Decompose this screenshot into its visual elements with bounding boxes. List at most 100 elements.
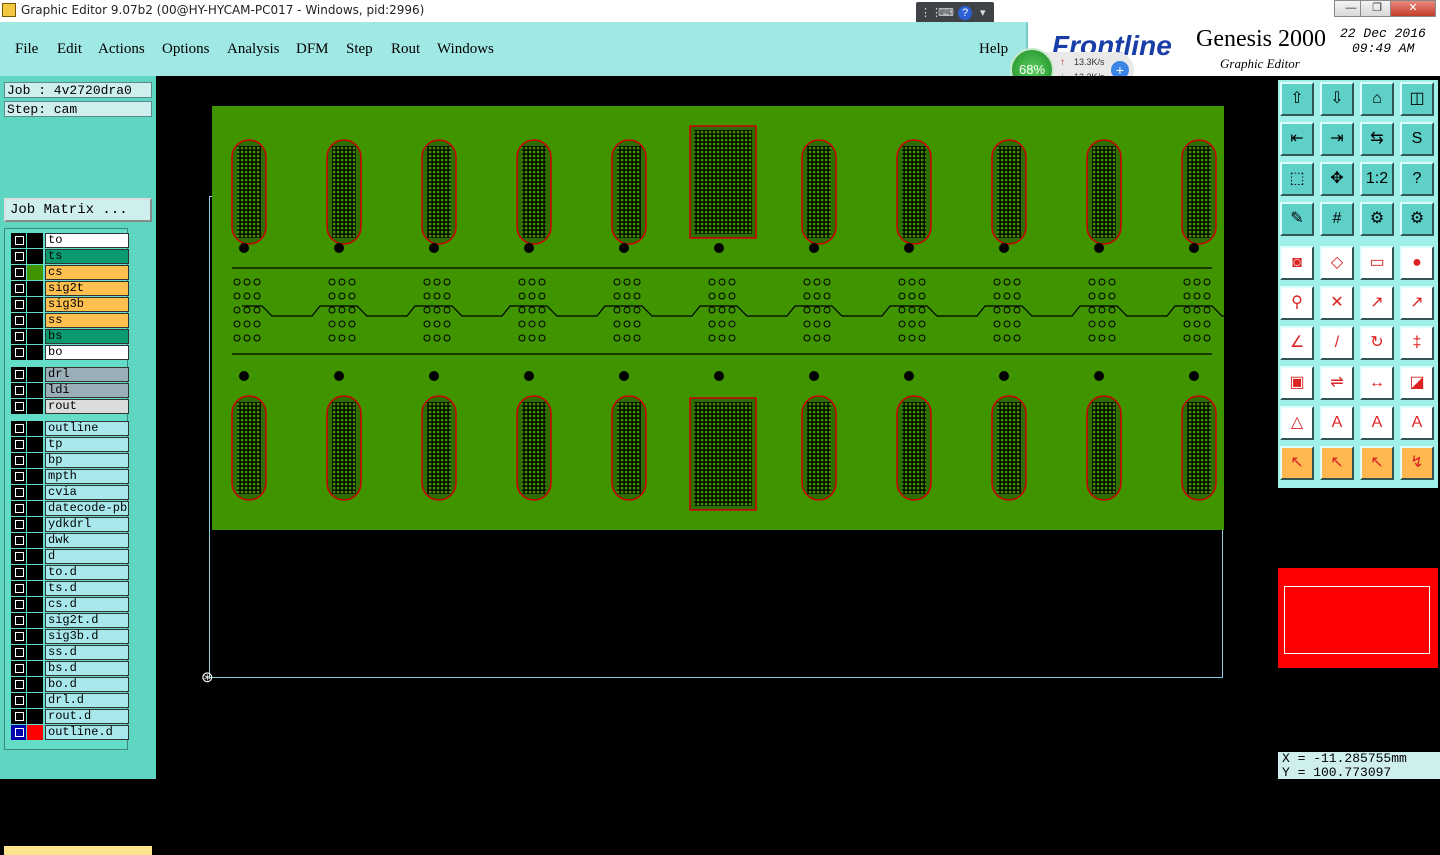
layer-checkbox[interactable] <box>11 485 26 500</box>
ruler-icon[interactable]: ▭ <box>1360 246 1394 280</box>
layer-name[interactable]: dwk <box>45 533 129 548</box>
layer-checkbox[interactable] <box>11 677 26 692</box>
layer-checkbox[interactable] <box>11 517 26 532</box>
menu-actions[interactable]: Actions <box>98 41 145 58</box>
swap-icon[interactable]: ⇆ <box>1360 122 1394 156</box>
keyboard-icon[interactable]: ⌨ <box>938 6 954 19</box>
draw-triangle-icon[interactable]: △ <box>1280 406 1314 440</box>
layer-row-ss.d[interactable]: ss.d <box>11 645 129 660</box>
layer-row-to.d[interactable]: to.d <box>11 565 129 580</box>
floating-mini-toolbar[interactable]: ⋮⋮ ⌨ ? ▾ <box>916 2 994 24</box>
layer-row-bp[interactable]: bp <box>11 453 129 468</box>
draw-a-line-icon[interactable]: A <box>1400 406 1434 440</box>
layer-checkbox[interactable] <box>11 399 26 414</box>
menu-rout[interactable]: Rout <box>391 41 420 58</box>
layer-row-ts[interactable]: ts <box>11 249 129 264</box>
layer-checkbox[interactable] <box>11 693 26 708</box>
layer-checkbox[interactable] <box>11 581 26 596</box>
layer-row-cs.d[interactable]: cs.d <box>11 597 129 612</box>
layer-row-ts.d[interactable]: ts.d <box>11 581 129 596</box>
pointer-icon[interactable]: ↖ <box>1280 446 1314 480</box>
layer-checkbox[interactable] <box>11 265 26 280</box>
move-icon[interactable]: ✥ <box>1320 162 1354 196</box>
layer-checkbox[interactable] <box>11 533 26 548</box>
layer-row-outline.d[interactable]: outline.d <box>11 725 129 740</box>
layer-checkbox[interactable] <box>11 645 26 660</box>
draw-a-icon[interactable]: A <box>1320 406 1354 440</box>
layer-row-tp[interactable]: tp <box>11 437 129 452</box>
cross-icon[interactable]: ✕ <box>1320 286 1354 320</box>
pointer-box-icon[interactable]: ↖ <box>1320 446 1354 480</box>
layer-row-mpth[interactable]: mpth <box>11 469 129 484</box>
layer-checkbox[interactable] <box>11 367 26 382</box>
arrow-point-alt-icon[interactable]: ↗ <box>1400 286 1434 320</box>
layer-row-bs.d[interactable]: bs.d <box>11 661 129 676</box>
menu-step[interactable]: Step <box>346 41 373 58</box>
layer-row-datecode-pbc[interactable]: datecode-pbc <box>11 501 129 516</box>
layer-row-cvia[interactable]: cvia <box>11 485 129 500</box>
layer-checkbox[interactable] <box>11 661 26 676</box>
layer-checkbox[interactable] <box>11 281 26 296</box>
layers-alt-icon[interactable]: ⚙ <box>1400 202 1434 236</box>
line-icon[interactable]: / <box>1320 326 1354 360</box>
layer-name[interactable]: datecode-pbc <box>45 501 129 516</box>
layer-checkbox[interactable] <box>11 345 26 360</box>
layer-name[interactable]: bp <box>45 453 129 468</box>
close-button[interactable]: ✕ <box>1390 0 1436 17</box>
layer-row-cs[interactable]: cs <box>11 265 129 280</box>
layer-checkbox[interactable] <box>11 297 26 312</box>
layer-name[interactable]: ss <box>45 313 129 328</box>
layer-name[interactable]: sig2t.d <box>45 613 129 628</box>
layer-name[interactable]: ts <box>45 249 129 264</box>
snake-icon[interactable]: S <box>1400 122 1434 156</box>
pointer-rout-icon[interactable]: ↯ <box>1400 446 1434 480</box>
connect-icon[interactable]: ⚲ <box>1280 286 1314 320</box>
layer-row-outline[interactable]: outline <box>11 421 129 436</box>
grid-icon[interactable]: # <box>1320 202 1354 236</box>
layer-name[interactable]: sig2t <box>45 281 129 296</box>
layer-row-drl.d[interactable]: drl.d <box>11 693 129 708</box>
scale-icon[interactable]: 1:2 <box>1360 162 1394 196</box>
layer-name[interactable]: outline <box>45 421 129 436</box>
menu-analysis[interactable]: Analysis <box>227 41 280 58</box>
layer-name[interactable]: outline.d <box>45 725 129 740</box>
overview-map[interactable] <box>1278 568 1438 668</box>
zoom-down-icon[interactable]: ⇩ <box>1320 82 1354 116</box>
maximize-button[interactable]: ❐ <box>1360 0 1394 17</box>
layer-checkbox[interactable] <box>11 233 26 248</box>
menu-options[interactable]: Options <box>162 41 210 58</box>
layer-name[interactable]: drl <box>45 367 129 382</box>
menu-edit[interactable]: Edit <box>57 41 82 58</box>
layer-name[interactable]: ldi <box>45 383 129 398</box>
layer-checkbox[interactable] <box>11 549 26 564</box>
pointer-circle-icon[interactable]: ↖ <box>1360 446 1394 480</box>
layer-name[interactable]: sig3b.d <box>45 629 129 644</box>
layer-name[interactable]: bo <box>45 345 129 360</box>
layers-icon[interactable]: ⚙ <box>1360 202 1394 236</box>
layer-row-drl[interactable]: drl <box>11 367 129 382</box>
select-shape-icon[interactable]: ◇ <box>1320 246 1354 280</box>
settings-icon[interactable]: ✎ <box>1280 202 1314 236</box>
select-pad-icon[interactable]: ◙ <box>1280 246 1314 280</box>
layer-row-sig3b[interactable]: sig3b <box>11 297 129 312</box>
layer-checkbox[interactable] <box>11 597 26 612</box>
layer-name[interactable]: to <box>45 233 129 248</box>
pan-left-icon[interactable]: ⇤ <box>1280 122 1314 156</box>
layer-name[interactable]: tp <box>45 437 129 452</box>
layer-checkbox[interactable] <box>11 613 26 628</box>
layer-row-dwk[interactable]: dwk <box>11 533 129 548</box>
layer-checkbox[interactable] <box>11 501 26 516</box>
layer-row-d[interactable]: d <box>11 549 129 564</box>
menu-file[interactable]: File <box>15 41 38 58</box>
draw-a-alt-icon[interactable]: A <box>1360 406 1394 440</box>
layer-checkbox[interactable] <box>11 725 26 740</box>
layer-name[interactable]: to.d <box>45 565 129 580</box>
layer-name[interactable]: ss.d <box>45 645 129 660</box>
layer-row-ydkdrl[interactable]: ydkdrl <box>11 517 129 532</box>
layer-checkbox[interactable] <box>11 629 26 644</box>
help-icon[interactable]: ? <box>1400 162 1434 196</box>
mirror-icon[interactable]: ⇌ <box>1320 366 1354 400</box>
layer-name[interactable]: bs.d <box>45 661 129 676</box>
layer-row-rout.d[interactable]: rout.d <box>11 709 129 724</box>
menu-windows[interactable]: Windows <box>437 41 494 58</box>
